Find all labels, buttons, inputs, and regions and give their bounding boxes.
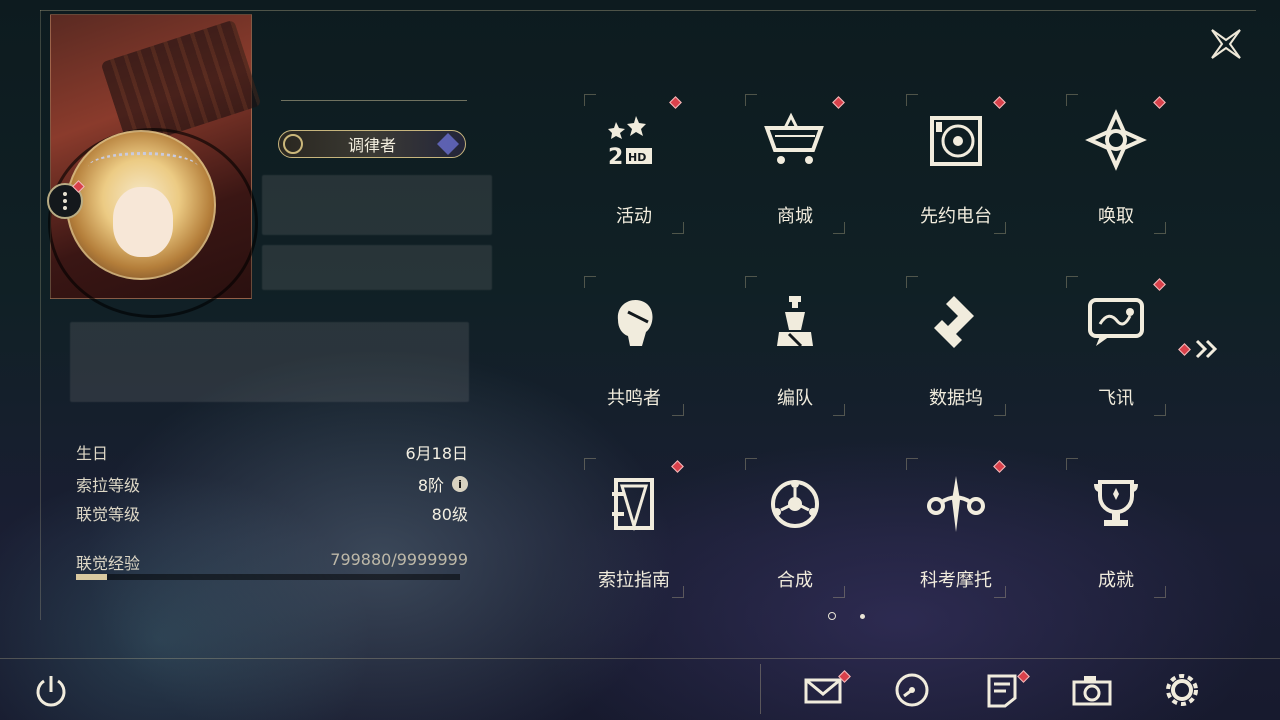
menu-label: 活动: [616, 206, 652, 227]
experience-row: 联觉经验 799880/9999999: [76, 550, 468, 574]
shop-cart-icon: [764, 112, 824, 164]
new-badge: [1153, 278, 1166, 291]
hidden-player-name: [262, 175, 492, 235]
menu-item-motorcycle[interactable]: 科考摩托: [906, 458, 1006, 598]
menu-item-data-bank[interactable]: 数据坞: [906, 276, 1006, 416]
experience-label: 联觉经验: [76, 554, 141, 573]
hidden-signature: [70, 322, 469, 402]
role-badge-label: 调律者: [347, 136, 396, 155]
team-chess-icon: [777, 296, 813, 348]
menu-item-convene[interactable]: 唤取: [1066, 94, 1166, 234]
experience-value: 799880/9999999: [330, 550, 468, 569]
menu-label: 唤取: [1098, 206, 1134, 227]
page-dot[interactable]: [860, 613, 865, 619]
stat-label: 生日: [76, 444, 109, 463]
next-page-button[interactable]: [1178, 338, 1221, 360]
exit-game-button[interactable]: [32, 672, 70, 710]
new-badge: [993, 96, 1006, 109]
role-divider: [281, 100, 467, 101]
photo-mode-button[interactable]: [1070, 670, 1114, 710]
new-badge: [1153, 96, 1166, 109]
menu-item-resonators[interactable]: 共鸣者: [584, 276, 684, 416]
role-badge-right-ornament-icon: [437, 133, 459, 155]
role-badge: 调律者: [278, 130, 466, 158]
clock-icon: [895, 673, 929, 707]
new-badge: [671, 460, 684, 473]
synthesis-icon: [771, 480, 819, 528]
guidebook-icon: [612, 478, 654, 532]
history-button[interactable]: [890, 670, 934, 710]
menu-label: 合成: [777, 570, 813, 591]
power-icon: [36, 676, 66, 707]
stat-union-level: 联觉等级 80级: [76, 500, 468, 526]
menu-item-guidebook[interactable]: 索拉指南: [584, 458, 684, 598]
experience-progress-fill: [76, 574, 107, 580]
notes-button[interactable]: [980, 670, 1030, 710]
stat-sola-level: 索拉等级 8阶 i: [76, 468, 468, 500]
gear-icon: [1166, 674, 1198, 706]
stat-value: 6月18日: [405, 444, 468, 463]
motorcycle-icon: [927, 476, 985, 532]
menu-label: 先约电台: [920, 206, 992, 227]
info-icon[interactable]: i: [452, 476, 468, 492]
frame-left-border: [40, 10, 41, 620]
svg-text:HD: HD: [628, 151, 646, 164]
page-dot-current[interactable]: [828, 612, 836, 620]
new-badge: [669, 96, 682, 109]
bottom-bar-divider: [0, 658, 1280, 659]
experience-progress-bar: [76, 574, 460, 580]
avatar-face: [113, 187, 173, 257]
menu-label: 索拉指南: [598, 570, 670, 591]
menu-item-achievements[interactable]: 成就: [1066, 458, 1166, 598]
role-badge-left-ornament-icon: [283, 134, 303, 154]
event-icon: 2 HD: [608, 116, 652, 170]
stat-value: 80级: [431, 505, 468, 524]
function-menu-grid: 2 HD 活动 商城 先约电台 唤取 共鸣者 编队 数据坞 飞讯 索拉指南 合成…: [584, 94, 1166, 598]
new-badge: [832, 96, 845, 109]
menu-item-synthesis[interactable]: 合成: [745, 458, 845, 598]
hidden-player-id: [262, 245, 492, 290]
stat-value-wrap: 8阶 i: [418, 472, 468, 496]
settings-button[interactable]: [1160, 670, 1204, 710]
page-indicator: [828, 612, 865, 620]
menu-item-radio[interactable]: 先约电台: [906, 94, 1006, 234]
film-strip-decoration: [100, 19, 262, 149]
menu-label: 编队: [777, 388, 813, 409]
data-bank-icon: [934, 296, 974, 348]
close-button[interactable]: [1204, 22, 1248, 66]
camera-icon: [1072, 676, 1112, 706]
menu-label: 科考摩托: [920, 570, 992, 591]
avatar-crown: [88, 152, 198, 182]
stat-value: 8阶: [417, 476, 444, 495]
close-icon: [1211, 29, 1241, 59]
avatar[interactable]: [66, 130, 216, 280]
double-chevron-right-icon: [1195, 339, 1218, 359]
menu-item-shop[interactable]: 商城: [745, 94, 845, 234]
menu-label: 商城: [777, 206, 813, 227]
next-page-badge: [1178, 342, 1191, 356]
menu-item-events[interactable]: 2 HD 活动: [584, 94, 684, 234]
stat-label: 联觉等级: [76, 505, 141, 524]
convene-icon: [1085, 109, 1147, 171]
menu-item-team[interactable]: 编队: [745, 276, 845, 416]
menu-label: 共鸣者: [607, 388, 661, 409]
menu-label: 成就: [1098, 570, 1134, 591]
trophy-icon: [1094, 480, 1138, 526]
bottom-bar-separator: [760, 664, 761, 714]
svg-text:2: 2: [608, 145, 623, 170]
menu-label: 飞讯: [1098, 388, 1134, 409]
new-badge: [993, 460, 1006, 473]
profile-stats: 生日 6月18日 索拉等级 8阶 i 联觉等级 80级: [76, 436, 468, 526]
resonator-icon: [617, 300, 653, 346]
menu-label: 数据坞: [929, 388, 983, 409]
stat-birthday: 生日 6月18日: [76, 436, 468, 468]
stat-label: 索拉等级: [76, 476, 141, 495]
menu-item-messages[interactable]: 飞讯: [1066, 276, 1166, 416]
radio-icon: [930, 116, 982, 166]
frame-top-border: [40, 10, 1256, 11]
mail-button[interactable]: [802, 670, 851, 710]
message-icon: [1088, 298, 1144, 346]
